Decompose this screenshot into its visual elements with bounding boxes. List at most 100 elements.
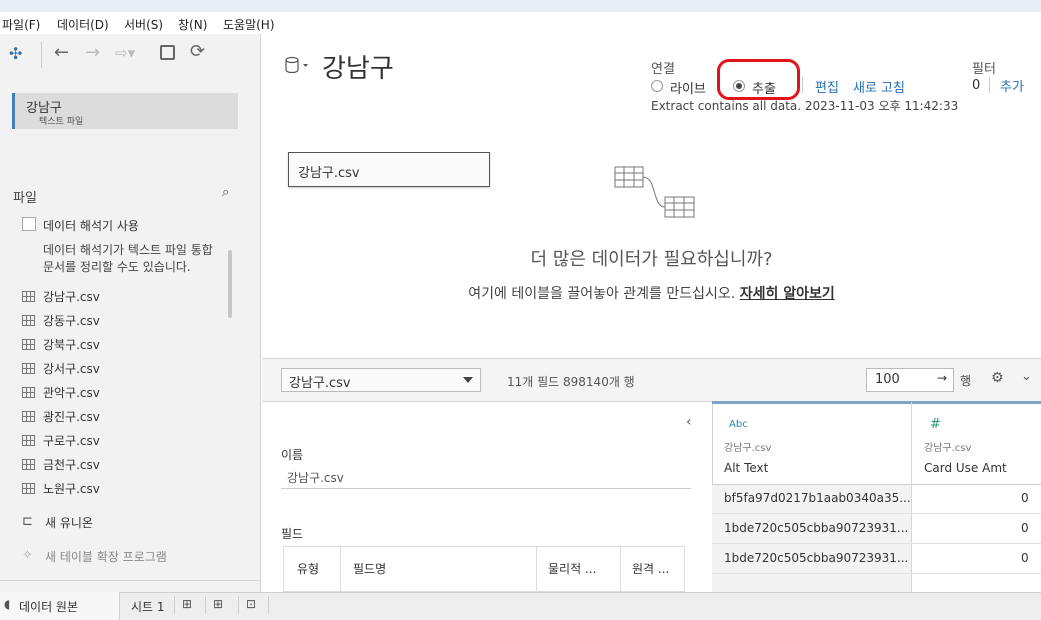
more-data-text: 여기에 테이블을 끌어놓아 관계를 만드십시오.: [468, 286, 740, 302]
learn-more-link[interactable]: 자세히 알아보기: [740, 286, 835, 302]
menu-server[interactable]: 서버(S): [124, 16, 163, 33]
row-separator: [712, 513, 1041, 514]
grid-cell[interactable]: bf5fa97d0217b1aab0340a35...: [724, 491, 911, 505]
table-icon: [22, 411, 35, 422]
interpreter-checkbox[interactable]: [22, 217, 36, 231]
connection-type: 텍스트 파일: [39, 117, 84, 127]
file-item[interactable]: 금천구.csv: [22, 456, 100, 474]
interpreter-description-2: 문서를 정리할 수도 있습니다.: [43, 260, 191, 274]
grid-cell[interactable]: 0: [1021, 491, 1029, 505]
menu-file[interactable]: 파일(F): [2, 16, 40, 33]
live-radio[interactable]: [651, 80, 663, 92]
file-name: 강북구.csv: [43, 338, 100, 352]
tab-divider: [238, 596, 239, 614]
column-type-header[interactable]: 유형: [297, 560, 319, 577]
file-item[interactable]: 광진구.csv: [22, 408, 100, 426]
add-filter-link[interactable]: 추가: [1000, 76, 1024, 95]
file-item[interactable]: 강남구.csv: [22, 288, 100, 306]
number-type-icon[interactable]: #: [930, 417, 941, 432]
new-union-link[interactable]: 새 유니온: [45, 514, 93, 531]
menu-help[interactable]: 도움말(H): [223, 16, 275, 33]
new-extension-link[interactable]: 새 테이블 확장 프로그램: [45, 548, 167, 565]
column-remote-header[interactable]: 원격 ...: [632, 560, 669, 577]
file-item[interactable]: 강동구.csv: [22, 312, 100, 330]
tab-datasource[interactable]: ◖ 데이터 원본: [0, 592, 120, 620]
column-physical-header[interactable]: 물리적 ...: [548, 560, 596, 577]
window-top-strip: [0, 0, 1041, 12]
refresh-icon[interactable]: ⟳: [190, 42, 205, 62]
table-icon: [22, 459, 35, 470]
filters-label: 필터: [972, 62, 996, 77]
file-item[interactable]: 강북구.csv: [22, 336, 100, 354]
file-item[interactable]: 강서구.csv: [22, 360, 100, 378]
redo-dropdown-icon[interactable]: ⇨▾: [115, 43, 135, 63]
file-name: 강남구.csv: [43, 290, 100, 304]
tableau-logo-icon[interactable]: ✣: [9, 44, 22, 64]
grid-cell[interactable]: 0: [1021, 551, 1029, 565]
file-name: 광진구.csv: [43, 410, 100, 424]
file-item[interactable]: 구로구.csv: [22, 432, 100, 450]
file-list-scrollbar[interactable]: [228, 250, 232, 318]
file-name: 강서구.csv: [43, 362, 100, 376]
new-dashboard-icon[interactable]: ⊞: [213, 597, 231, 613]
rows-apply-icon[interactable]: →: [937, 371, 947, 385]
connection-type-label: 연결: [651, 62, 675, 77]
extension-icon: ✧: [22, 548, 33, 563]
column-header-card-use-amt[interactable]: Card Use Amt: [924, 461, 1007, 475]
column-divider: [620, 547, 621, 593]
collapse-chevron-icon[interactable]: ⌄: [1021, 369, 1032, 384]
column-fieldname-header[interactable]: 필드명: [353, 560, 386, 577]
grid-column-divider[interactable]: [911, 402, 912, 592]
new-worksheet-icon[interactable]: ⊞: [182, 597, 200, 613]
grid-cell[interactable]: 0: [1021, 521, 1029, 535]
column-source: 강남구.csv: [924, 443, 972, 454]
live-label[interactable]: 라이브: [670, 78, 706, 97]
column-divider: [536, 547, 537, 593]
table-icon: [22, 483, 35, 494]
interpreter-description-1: 데이터 해석기가 텍스트 파일 통합: [43, 243, 213, 257]
rows-value: 100: [875, 372, 900, 387]
table-icon: [22, 291, 35, 302]
table-icon: [22, 387, 35, 398]
menu-window[interactable]: 창(N): [178, 16, 207, 33]
column-divider: [340, 547, 341, 593]
string-type-icon[interactable]: Abc: [729, 419, 748, 430]
column-header-alt-text[interactable]: Alt Text: [724, 461, 768, 475]
tab-sheet-1[interactable]: 시트 1: [131, 598, 165, 615]
settings-gear-icon[interactable]: ⚙: [991, 370, 1004, 386]
page-title[interactable]: 강남구: [322, 48, 394, 85]
tab-divider: [268, 596, 269, 614]
rows-input[interactable]: 100 →: [866, 368, 954, 392]
edit-link[interactable]: 편집: [815, 77, 839, 96]
menu-bar: 파일(F) 데이터(D) 서버(S) 창(N) 도움말(H): [0, 12, 1041, 34]
table-select-value: 강남구.csv: [289, 376, 351, 391]
menu-data[interactable]: 데이터(D): [57, 16, 109, 33]
canvas-table-name: 강남구.csv: [298, 166, 360, 181]
canvas-table[interactable]: 강남구.csv: [288, 152, 490, 187]
rows-label: 행: [960, 374, 972, 388]
back-icon[interactable]: ←: [54, 43, 69, 63]
refresh-link[interactable]: 새로 고침: [853, 77, 905, 96]
forward-icon[interactable]: →: [85, 43, 100, 63]
table-select[interactable]: 강남구.csv: [281, 368, 481, 392]
new-story-icon[interactable]: ⊡: [246, 597, 264, 613]
interpreter-label: 데이터 해석기 사용: [43, 219, 139, 233]
table-name-input[interactable]: 강남구.csv: [281, 466, 691, 489]
file-item[interactable]: 노원구.csv: [22, 480, 100, 498]
search-icon[interactable]: ⌕: [222, 185, 229, 200]
connection-item[interactable]: 강남구 텍스트 파일: [12, 93, 238, 129]
extract-info: Extract contains all data. 2023-11-03 오후…: [651, 99, 959, 113]
grid-cell[interactable]: 1bde720c505cbba90723931...: [724, 551, 908, 565]
save-icon[interactable]: [160, 45, 175, 60]
row-separator: [712, 573, 1041, 574]
file-item[interactable]: 관악구.csv: [22, 384, 100, 402]
file-name: 강동구.csv: [43, 314, 100, 328]
relationship-illustration-icon: [614, 166, 695, 218]
new-union-icon: ⊏: [22, 514, 33, 529]
name-label: 이름: [281, 448, 304, 462]
field-count: 11개 필드 898140개 행: [507, 375, 635, 389]
grid-cell[interactable]: 1bde720c505cbba90723931...: [724, 521, 908, 535]
collapse-panel-icon[interactable]: ‹: [686, 414, 692, 430]
datasource-icon[interactable]: [284, 55, 310, 77]
toolbar-separator: [41, 42, 42, 68]
